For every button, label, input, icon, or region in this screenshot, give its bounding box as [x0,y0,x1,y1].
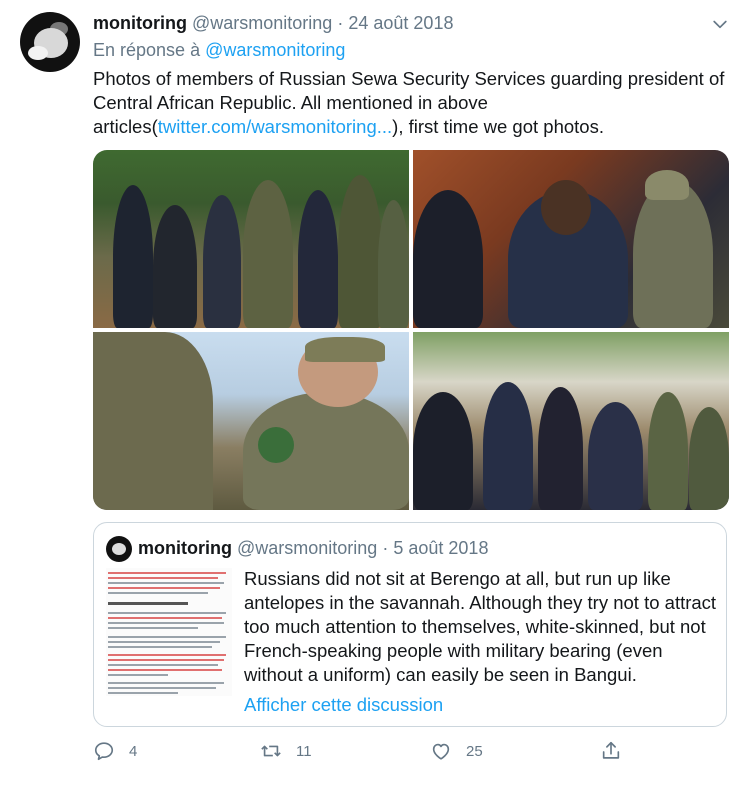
like-count: 25 [466,742,483,760]
retweet-button[interactable]: 11 [260,740,312,762]
tweet-date[interactable]: 24 août 2018 [348,13,453,33]
quoted-separator: · [382,538,389,558]
tweet-header: monitoring @warsmonitoring · 24 août 201… [93,13,453,34]
header-separator: · [337,13,344,33]
tweet-text-end: ), first time we got photos. [392,116,604,137]
chevron-down-icon[interactable] [710,14,730,34]
quoted-author-name: monitoring [138,538,232,558]
quoted-author-handle: @warsmonitoring [237,538,378,558]
media-grid [93,150,729,510]
tweet-text: Photos of members of Russian Sewa Securi… [93,67,733,139]
photo-1[interactable] [93,150,409,328]
like-button[interactable]: 25 [430,740,483,762]
reply-mention-link[interactable]: @warsmonitoring [205,40,345,60]
author-name[interactable]: monitoring [93,13,187,33]
tweet-actions: 4 11 25 [93,740,733,770]
share-button[interactable] [600,740,636,762]
photo-2[interactable] [413,150,729,328]
quoted-tweet-header: monitoring @warsmonitoring · 5 août 2018 [138,538,488,559]
photo-3[interactable] [93,332,409,510]
share-icon [602,741,620,759]
retweet-count: 11 [296,742,312,760]
tweet-link[interactable]: twitter.com/warsmonitoring... [158,116,392,137]
quoted-author-avatar [106,536,132,562]
show-thread-link[interactable]: Afficher cette discussion [244,694,443,716]
retweet-icon [261,745,281,757]
photo-4[interactable] [413,332,729,510]
author-avatar[interactable] [20,12,80,72]
quoted-tweet[interactable]: monitoring @warsmonitoring · 5 août 2018… [93,522,727,727]
reply-context: En réponse à @warsmonitoring [93,40,345,61]
reply-button[interactable]: 4 [93,740,137,762]
reply-prefix: En réponse à [93,40,201,60]
reply-icon [94,742,114,761]
like-icon [432,743,450,760]
quoted-article-thumbnail[interactable] [106,568,232,696]
author-handle[interactable]: @warsmonitoring [192,13,332,33]
quoted-tweet-text: Russians did not sit at Berengo at all, … [244,568,717,685]
quoted-date: 5 août 2018 [393,538,489,558]
reply-count: 4 [129,742,138,760]
